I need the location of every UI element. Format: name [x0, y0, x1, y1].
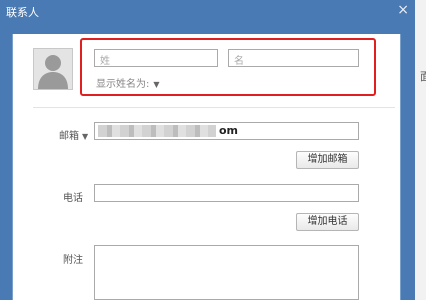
dialog-title-bar[interactable]: 联系人 × — [0, 0, 415, 22]
add-email-button[interactable]: 增加邮箱 — [296, 151, 359, 169]
email-value-visible: om — [219, 124, 239, 137]
redacted-email-blur — [98, 125, 216, 137]
highlight-annotation-box — [80, 38, 376, 96]
add-phone-button[interactable]: 增加电话 — [296, 213, 359, 231]
email-label: 邮箱 — [59, 131, 79, 142]
email-input[interactable]: om — [94, 122, 359, 140]
phone-label: 电话 — [63, 193, 83, 204]
section-divider — [33, 107, 395, 108]
email-type-dropdown[interactable]: 邮箱 ▼ — [59, 127, 88, 142]
chevron-down-icon: ▼ — [82, 132, 89, 141]
avatar-placeholder-icon[interactable] — [33, 48, 73, 90]
phone-input[interactable] — [94, 184, 359, 202]
notes-label: 附注 — [63, 255, 83, 266]
background-window-text: 面 — [420, 70, 426, 83]
notes-textarea[interactable] — [94, 245, 359, 300]
dialog-title: 联系人 — [6, 6, 39, 19]
close-icon[interactable]: × — [397, 2, 409, 18]
